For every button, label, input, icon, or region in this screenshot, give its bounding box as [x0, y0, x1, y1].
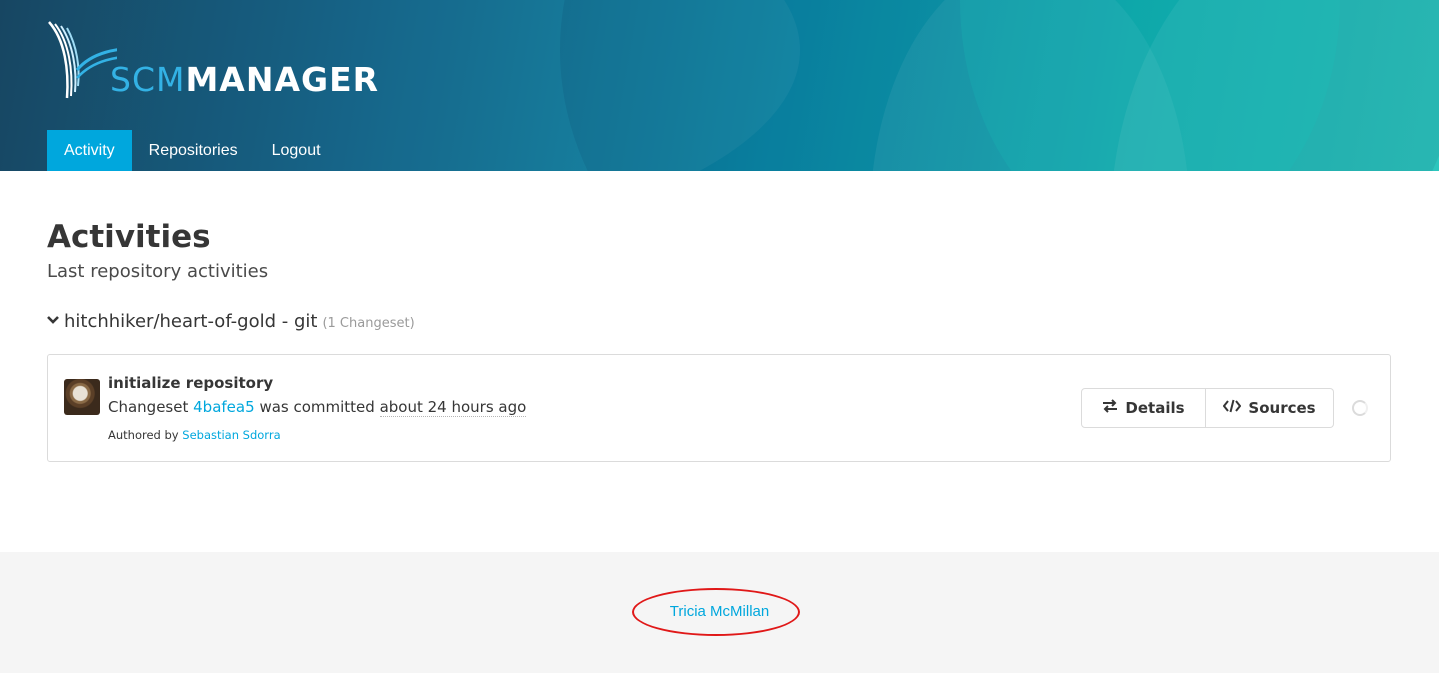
commit-time: about 24 hours ago: [379, 398, 527, 417]
logo-text-manager: MANAGER: [185, 60, 380, 99]
code-icon: [1223, 399, 1242, 417]
sources-button[interactable]: Sources: [1206, 388, 1334, 428]
banner-decoration: [960, 0, 1340, 171]
highlight-annotation: [632, 588, 800, 636]
exchange-icon: [1102, 399, 1118, 417]
logo-text-scm: SCM: [110, 60, 186, 99]
commit-prefix: Changeset: [108, 398, 189, 416]
avatar: [64, 379, 100, 415]
commit-middle: was committed: [259, 398, 375, 416]
top-banner: SCMMANAGER Activity Repositories Logout: [0, 0, 1439, 171]
nav-tab-repositories[interactable]: Repositories: [132, 130, 255, 171]
changeset-count: (1 Changeset): [322, 316, 415, 331]
details-button[interactable]: Details: [1081, 388, 1206, 428]
authored-by-label: Authored by: [108, 428, 179, 442]
main-navigation: Activity Repositories Logout: [47, 130, 338, 171]
chevron-down-icon[interactable]: [47, 314, 61, 329]
logo-swoosh-icon: [48, 21, 117, 99]
page-subtitle: Last repository activities: [47, 261, 269, 282]
sources-button-label: Sources: [1248, 399, 1316, 417]
changeset-card: initialize repository Changeset 4bafea5 …: [47, 354, 1391, 462]
scm-manager-logo[interactable]: SCMMANAGER: [47, 20, 387, 100]
repo-name[interactable]: hitchhiker/heart-of-gold - git: [64, 311, 317, 332]
changeset-hash-link[interactable]: 4bafea5: [193, 398, 255, 416]
page-title: Activities: [47, 219, 211, 255]
loading-spinner-icon: [1352, 400, 1368, 416]
logo-text: SCMMANAGER: [110, 60, 379, 99]
footer: Tricia McMillan: [0, 552, 1439, 673]
author-line: Authored by Sebastian Sdorra: [108, 428, 281, 442]
nav-tab-activity[interactable]: Activity: [47, 130, 132, 171]
repo-group-header[interactable]: hitchhiker/heart-of-gold - git (1 Change…: [47, 311, 415, 332]
nav-tab-logout[interactable]: Logout: [255, 130, 338, 171]
changeset-actions: Details Sources: [1081, 388, 1334, 428]
author-link[interactable]: Sebastian Sdorra: [182, 428, 280, 442]
details-button-label: Details: [1125, 399, 1185, 417]
commit-summary: Changeset 4bafea5 was committed about 24…: [108, 398, 527, 417]
commit-message: initialize repository: [108, 374, 274, 392]
